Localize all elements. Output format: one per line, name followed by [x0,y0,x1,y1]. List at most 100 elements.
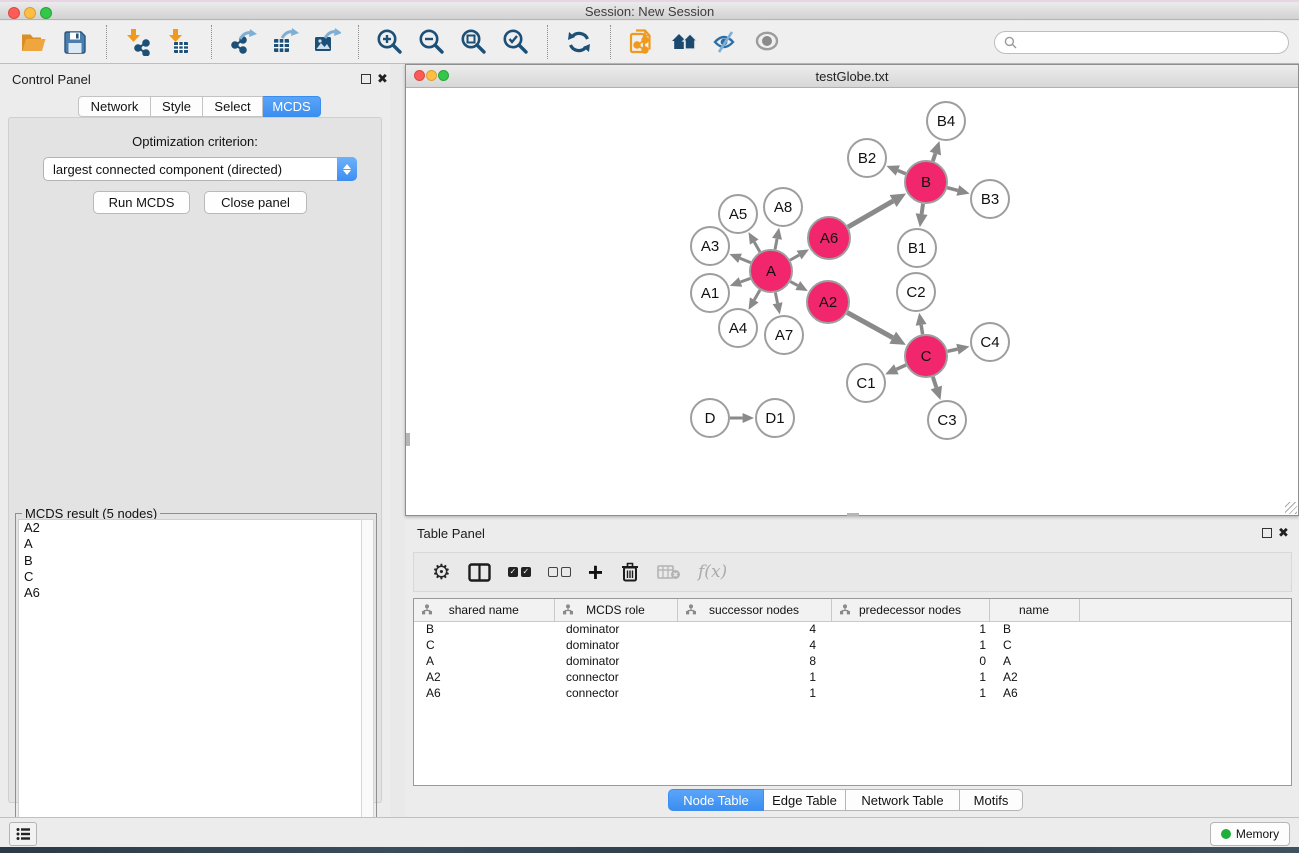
export-network-button[interactable] [222,23,264,61]
table-row[interactable]: A2connector11A2 [414,669,1291,685]
table-cell[interactable]: 1 [831,669,989,685]
refresh-button[interactable] [558,23,600,61]
import-table-button[interactable] [159,23,201,61]
mcds-result-item[interactable]: A6 [19,585,362,601]
edge-A-A2[interactable] [790,282,797,286]
edge-B-B2[interactable] [898,171,906,174]
tab-network-table[interactable]: Network Table [846,789,960,811]
edge-A2-C[interactable] [847,313,892,338]
edge-B-B3[interactable] [947,188,958,191]
edge-A-A5[interactable] [754,242,760,252]
node-A5[interactable]: A5 [719,195,757,233]
table-cell[interactable]: B [414,621,554,637]
edge-A-A8[interactable] [775,239,777,250]
tab-select[interactable]: Select [203,96,263,117]
save-button[interactable] [54,23,96,61]
network-canvas[interactable]: B4B2BB3A8A5A6A3B1AC2A1A2A4A7C4CC1DD1C3 [406,88,1298,515]
node-B3[interactable]: B3 [971,180,1009,218]
table-cell[interactable]: A [414,653,554,669]
node-A7[interactable]: A7 [765,316,803,354]
search-field[interactable] [994,31,1289,54]
node-D[interactable]: D [691,399,729,437]
table-cell[interactable]: C [414,637,554,653]
float-panel-icon[interactable] [361,74,371,84]
table-cell[interactable]: 1 [831,621,989,637]
table-cell[interactable]: B [989,621,1079,637]
task-history-button[interactable] [9,822,37,846]
table-row[interactable]: Adominator80A [414,653,1291,669]
zoom-in-button[interactable] [369,23,411,61]
edge-A-A1[interactable] [740,278,750,282]
column-header-shared-name[interactable]: shared name [414,599,554,621]
close-panel-button[interactable]: Close panel [204,191,307,214]
open-button[interactable] [12,23,54,61]
node-table[interactable]: shared nameMCDS rolesuccessor nodesprede… [413,598,1292,786]
tab-mcds[interactable]: MCDS [263,96,321,117]
node-A[interactable]: A [750,250,792,292]
column-header-MCDS-role[interactable]: MCDS role [554,599,677,621]
network-window-titlebar[interactable]: testGlobe.txt [406,65,1298,88]
edge-A-A6[interactable] [790,255,799,260]
table-cell[interactable]: A2 [989,669,1079,685]
node-A4[interactable]: A4 [719,309,757,347]
zoom-fit-button[interactable] [453,23,495,61]
table-row[interactable]: A6connector11A6 [414,685,1291,701]
table-cell[interactable]: 1 [831,685,989,701]
node-C2[interactable]: C2 [897,273,935,311]
hide-glyphs-button[interactable] [705,23,747,61]
clear-selection-icon[interactable] [548,567,571,577]
settings-icon[interactable]: ⚙ [432,562,451,583]
tab-network[interactable]: Network [78,96,151,117]
table-cell[interactable]: 4 [677,637,831,653]
columns-icon[interactable] [468,563,491,582]
memory-button[interactable]: Memory [1210,822,1290,846]
column-header-predecessor-nodes[interactable]: predecessor nodes [831,599,989,621]
table-row[interactable]: Cdominator41C [414,637,1291,653]
node-B2[interactable]: B2 [848,139,886,177]
node-A6[interactable]: A6 [808,217,850,259]
table-cell[interactable]: 1 [677,685,831,701]
edge-A-A7[interactable] [775,293,777,304]
node-B1[interactable]: B1 [898,229,936,267]
tab-edge-table[interactable]: Edge Table [764,789,846,811]
table-cell[interactable]: dominator [554,653,677,669]
node-A2[interactable]: A2 [807,281,849,323]
node-B[interactable]: B [905,161,947,203]
import-network-button[interactable] [117,23,159,61]
table-cell[interactable]: dominator [554,621,677,637]
node-C[interactable]: C [905,335,947,377]
criterion-select[interactable]: largest connected component (directed) [43,157,357,181]
table-cell[interactable]: A [989,653,1079,669]
export-table-button[interactable] [264,23,306,61]
mcds-result-item[interactable]: C [19,569,362,585]
table-cell[interactable]: connector [554,669,677,685]
zoom-selected-button[interactable] [495,23,537,61]
node-C3[interactable]: C3 [928,401,966,439]
run-mcds-button[interactable]: Run MCDS [93,191,190,214]
add-icon[interactable]: + [588,559,603,585]
node-D1[interactable]: D1 [756,399,794,437]
delete-icon[interactable] [620,561,640,583]
edge-C-C2[interactable] [921,325,922,334]
table-cell[interactable]: 1 [677,669,831,685]
float-table-panel-icon[interactable] [1262,528,1272,538]
search-input[interactable] [1021,34,1288,52]
node-B4[interactable]: B4 [927,102,965,140]
export-image-button[interactable] [306,23,348,61]
result-list-scrollbar[interactable] [361,519,374,849]
edge-C-C1[interactable] [896,365,906,369]
table-cell[interactable]: C [989,637,1079,653]
edge-C-C4[interactable] [947,349,957,351]
table-cell[interactable]: connector [554,685,677,701]
mcds-result-item[interactable]: A [19,536,362,552]
table-cell[interactable]: 1 [831,637,989,653]
tab-style[interactable]: Style [151,96,203,117]
edge-A6-B[interactable] [848,201,893,227]
edge-B-B1[interactable] [922,204,923,214]
column-header-name[interactable]: name [989,599,1079,621]
table-row[interactable]: Bdominator41B [414,621,1291,637]
mcds-result-list[interactable]: A2ABCA6 [18,519,363,849]
tab-motifs[interactable]: Motifs [960,789,1023,811]
column-header-successor-nodes[interactable]: successor nodes [677,599,831,621]
horizontal-scrollbar-thumb[interactable] [847,513,859,516]
